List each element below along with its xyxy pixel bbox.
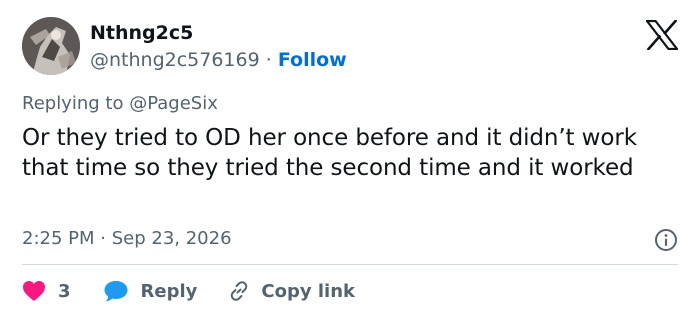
reply-button[interactable]: Reply bbox=[103, 279, 198, 303]
tweet-date: Sep 23, 2026 bbox=[111, 228, 232, 249]
follow-button[interactable]: Follow bbox=[278, 49, 347, 71]
like-count: 3 bbox=[58, 280, 71, 302]
speech-bubble-icon bbox=[104, 281, 128, 302]
tweet-timestamp[interactable]: 2:25 PM · Sep 23, 2026 bbox=[22, 228, 232, 250]
action-bar: 3 Reply Copy link bbox=[22, 278, 355, 304]
avatar[interactable] bbox=[22, 17, 80, 75]
replying-to: Replying to @PageSix bbox=[22, 93, 218, 115]
x-logo-icon[interactable] bbox=[644, 19, 680, 51]
copy-link-label: Copy link bbox=[261, 280, 355, 302]
tweet-header: Nthng2c5 @nthng2c576169 · Follow bbox=[22, 16, 347, 76]
handle-separator: · bbox=[265, 48, 272, 71]
like-button[interactable]: 3 bbox=[22, 280, 71, 302]
reply-label: Reply bbox=[140, 280, 198, 302]
replying-mention[interactable]: @PageSix bbox=[129, 93, 218, 114]
link-icon bbox=[231, 281, 248, 301]
user-handle[interactable]: @nthng2c576169 bbox=[90, 49, 260, 71]
divider bbox=[22, 264, 678, 265]
replying-prefix: Replying to bbox=[22, 93, 124, 114]
tweet-time: 2:25 PM bbox=[22, 228, 95, 249]
tweet-text: Or they tried to OD her once before and … bbox=[22, 125, 637, 181]
handle-row: @nthng2c576169 · Follow bbox=[90, 48, 347, 72]
user-info: Nthng2c5 @nthng2c576169 · Follow bbox=[90, 21, 347, 72]
info-icon[interactable] bbox=[654, 228, 678, 252]
copy-link-button[interactable]: Copy link bbox=[227, 279, 355, 303]
tweet-card: Nthng2c5 @nthng2c576169 · Follow Replyin… bbox=[0, 0, 700, 318]
date-separator: · bbox=[100, 228, 106, 249]
heart-icon bbox=[23, 281, 45, 301]
display-name[interactable]: Nthng2c5 bbox=[90, 21, 347, 45]
